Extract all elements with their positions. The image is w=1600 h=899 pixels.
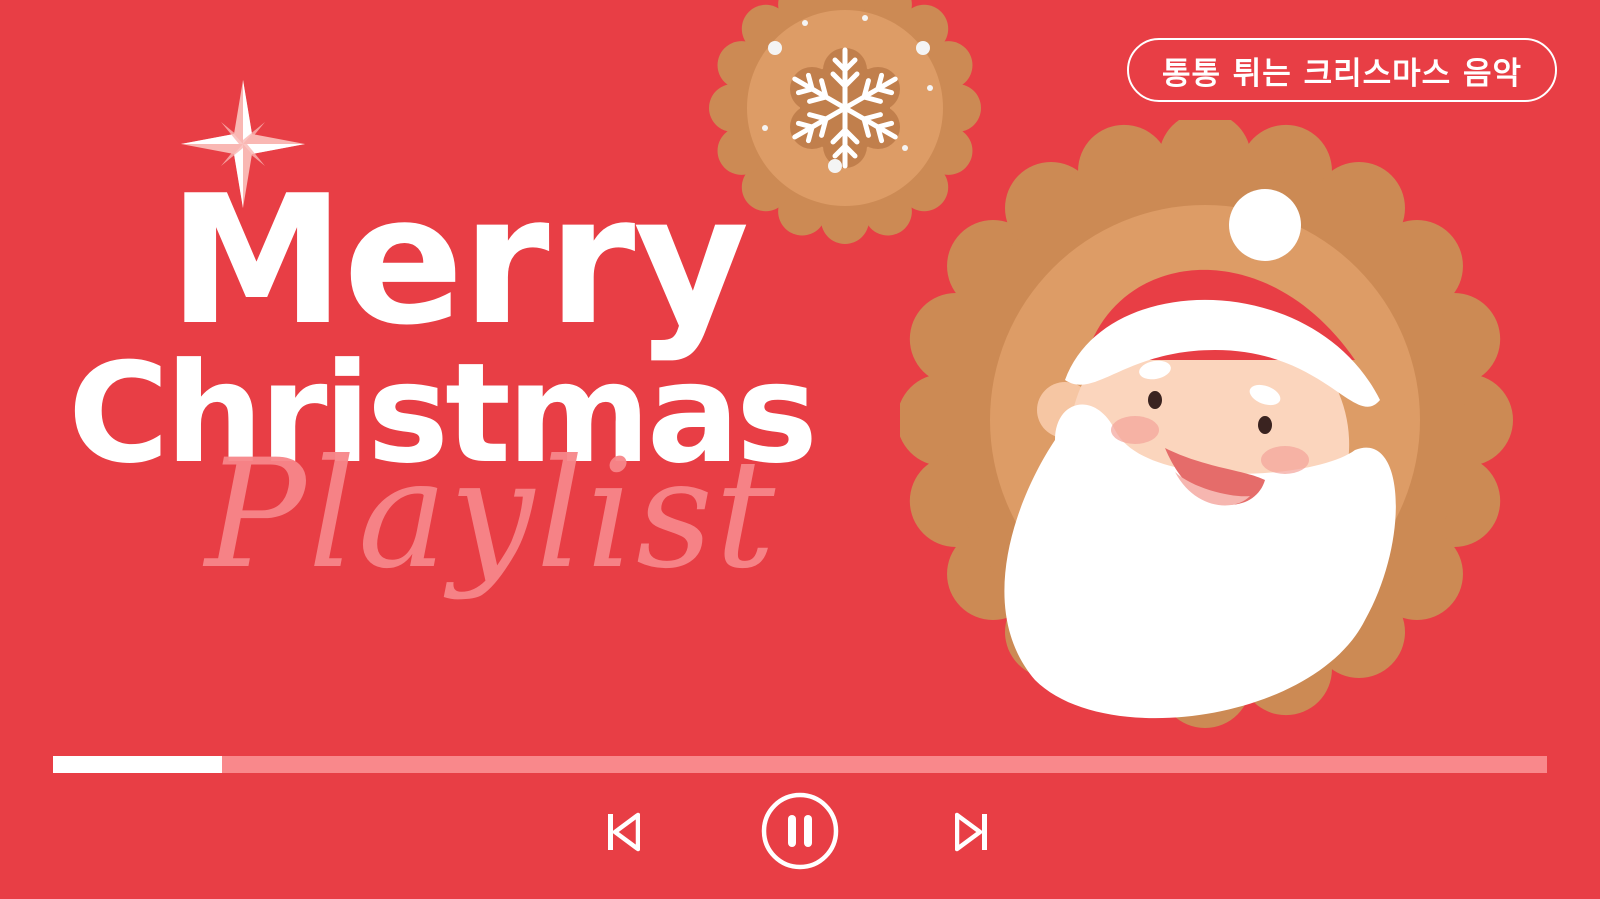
santa-face-illustration [900, 120, 1513, 728]
pause-icon [761, 792, 839, 870]
previous-button[interactable] [606, 812, 640, 852]
playlist-cover: 통통 튀는 크리스마스 음악 Merry Christmas Playlist [0, 0, 1600, 899]
pause-button[interactable] [760, 791, 840, 871]
progress-bar[interactable] [53, 756, 1547, 773]
progress-fill [53, 756, 222, 773]
category-tag: 통통 튀는 크리스마스 음악 [1127, 38, 1557, 102]
skip-next-icon [955, 812, 987, 852]
title-line-playlist: Playlist [205, 428, 778, 602]
skip-previous-icon [608, 812, 640, 852]
next-button[interactable] [955, 812, 989, 852]
title-line-merry: Merry [168, 157, 749, 364]
